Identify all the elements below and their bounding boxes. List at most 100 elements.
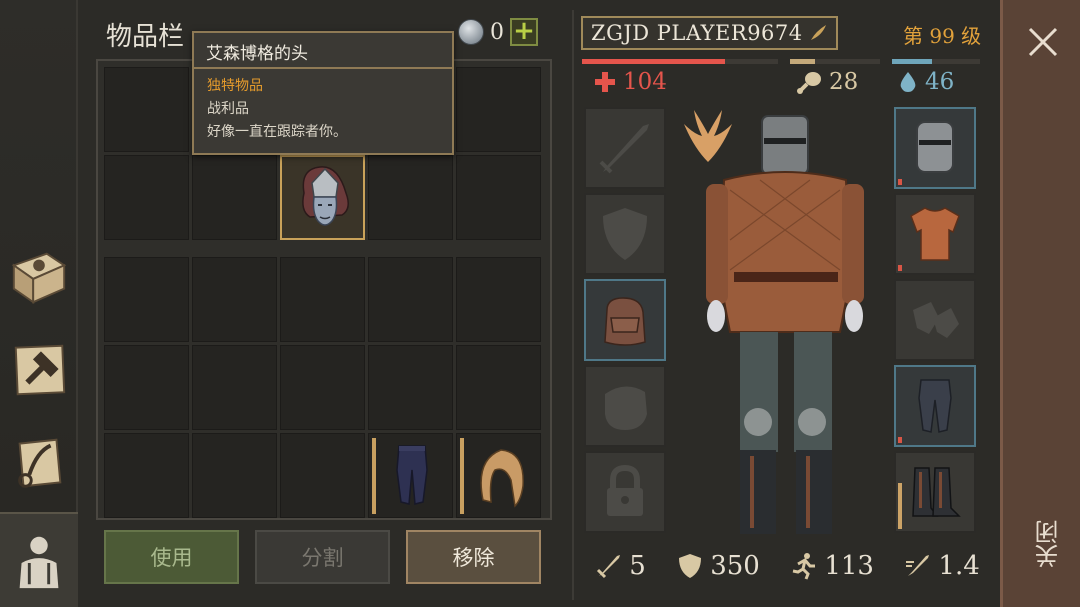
- inventory-slot[interactable]: [368, 155, 453, 240]
- bag-slot-icon: [605, 386, 647, 430]
- armor-stat: 350: [676, 551, 760, 581]
- currency-count: 0: [490, 19, 504, 45]
- player-name-box[interactable]: ZGJD PLAYER9674: [581, 16, 838, 50]
- combat-stats: 5 350 113 1.4: [580, 545, 995, 587]
- inventory-slot[interactable]: [104, 345, 189, 430]
- durability-bar: [898, 265, 902, 271]
- inventory-slot-pants[interactable]: [368, 433, 453, 518]
- helmet-slot[interactable]: [894, 107, 976, 189]
- locked-slot[interactable]: [584, 451, 666, 533]
- inventory-slot[interactable]: [456, 67, 541, 152]
- buy-currency-button[interactable]: +: [510, 18, 538, 46]
- level-prefix: 第: [903, 24, 923, 48]
- durability-bar: [898, 437, 902, 443]
- meat-icon: [797, 72, 821, 94]
- level-suffix: 级: [961, 24, 982, 48]
- quests-tab[interactable]: [4, 424, 74, 502]
- health-bar: [582, 59, 725, 64]
- inventory-slot[interactable]: [192, 155, 277, 240]
- inventory-slot[interactable]: [280, 345, 365, 430]
- legs-slot[interactable]: [894, 365, 976, 447]
- chest-slot[interactable]: [894, 193, 976, 275]
- use-button[interactable]: 使用: [104, 530, 239, 584]
- rename-quill-icon[interactable]: [808, 23, 828, 43]
- sidebar: [0, 0, 78, 607]
- equipment-column-right: [894, 107, 976, 533]
- durability-bar: [372, 438, 376, 514]
- player-level: 第 99 级: [903, 20, 981, 49]
- player-name: ZGJD PLAYER9674: [591, 21, 803, 45]
- inventory-slot[interactable]: [368, 345, 453, 430]
- tooltip-type: 战利品: [207, 101, 249, 117]
- silver-coin-icon: [458, 19, 484, 45]
- boots-icon: [912, 467, 961, 517]
- character-model: [706, 115, 864, 534]
- bag-slot[interactable]: [584, 365, 666, 447]
- inventory-slot[interactable]: [104, 433, 189, 518]
- boots-slot[interactable]: [894, 451, 976, 533]
- water-bar: [892, 59, 932, 64]
- leg-armor-icon: [918, 379, 952, 433]
- shield-slot-icon: [603, 208, 647, 260]
- tooltip-description: 好像一直在跟踪者你。: [207, 124, 347, 140]
- inventory-slot[interactable]: [104, 67, 189, 152]
- chest-armor-icon: [910, 207, 960, 261]
- inventory-slot[interactable]: [192, 433, 277, 518]
- health-cross-icon: [595, 72, 615, 92]
- inventory-slot[interactable]: [104, 155, 189, 240]
- inventory-slot[interactable]: [456, 257, 541, 342]
- inventory-slot[interactable]: [280, 433, 365, 518]
- running-man-icon: [793, 553, 816, 580]
- helmet-icon: [916, 121, 954, 173]
- inventory-slot[interactable]: [192, 257, 277, 342]
- level-value: 99: [929, 24, 955, 48]
- attack-stat: 5: [595, 551, 646, 581]
- gloves-slot-icon: [913, 302, 959, 338]
- speed-value: 113: [824, 551, 874, 581]
- attack-speed-value: 1.4: [938, 551, 980, 581]
- inventory-slot[interactable]: [280, 257, 365, 342]
- inventory-slot-hood[interactable]: [456, 433, 541, 518]
- inventory-slot[interactable]: [456, 345, 541, 430]
- inventory-slot-selected[interactable]: [280, 155, 365, 240]
- durability-bar: [898, 483, 902, 529]
- durability-bar: [460, 438, 464, 514]
- attack-value: 5: [629, 551, 646, 581]
- panel-divider: [572, 10, 574, 600]
- quests-scroll-icon: [18, 438, 62, 488]
- pants-icon: [396, 445, 428, 505]
- character-tab[interactable]: [0, 512, 78, 607]
- speed-stat: 113: [790, 551, 874, 581]
- health-stat: 104: [593, 69, 667, 95]
- inventory-slot[interactable]: [456, 155, 541, 240]
- sword-damage-icon: [597, 555, 621, 579]
- close-panel[interactable]: 关闭: [1000, 0, 1080, 607]
- weapon-slot[interactable]: [584, 107, 666, 189]
- food-stat: 28: [797, 69, 858, 95]
- split-button[interactable]: 分割: [255, 530, 390, 584]
- tooltip-title: 艾森博格的头: [194, 33, 452, 69]
- inventory-slot[interactable]: [368, 257, 453, 342]
- inventory-slot[interactable]: [192, 345, 277, 430]
- shield-slot[interactable]: [584, 193, 666, 275]
- close-icon[interactable]: [1025, 24, 1061, 60]
- equipment-column-left: [584, 107, 666, 533]
- inventory-actions: 使用 分割 移除: [104, 530, 541, 584]
- skills-book-icon: [11, 252, 67, 305]
- water-stat: 46: [897, 69, 954, 95]
- gloves-slot[interactable]: [894, 279, 976, 361]
- backpack-slot[interactable]: [584, 279, 666, 361]
- food-bar: [790, 59, 815, 64]
- crafting-tab[interactable]: [4, 330, 74, 408]
- crafting-hammer-icon: [14, 344, 66, 396]
- remove-button[interactable]: 移除: [406, 530, 541, 584]
- skills-tab[interactable]: [4, 238, 74, 316]
- attack-speed-stat: 1.4: [904, 551, 980, 581]
- lock-icon: [607, 464, 643, 516]
- inventory-slot[interactable]: [104, 257, 189, 342]
- water-drop-icon: [900, 72, 916, 92]
- health-value: 104: [623, 69, 667, 95]
- water-value: 46: [925, 69, 955, 95]
- inventory-title: 物品栏: [106, 22, 185, 52]
- inventory-grid-bottom: [104, 257, 541, 518]
